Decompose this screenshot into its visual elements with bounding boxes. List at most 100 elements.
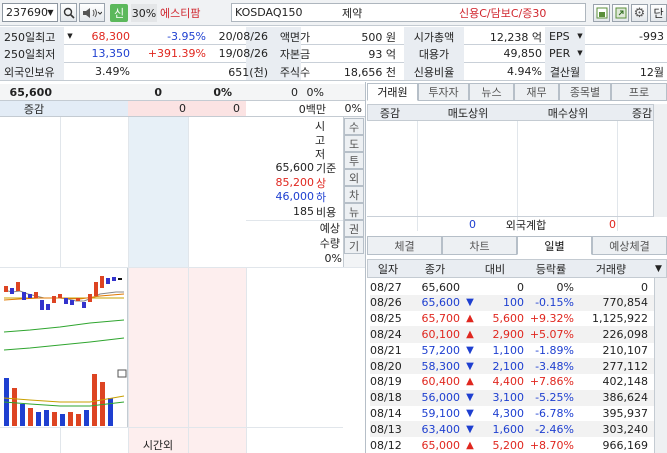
table-row[interactable]: 08/21 57,200 ▼ 1,100 -1.89% 210,107 [370, 342, 654, 358]
side-tab-sell[interactable]: 수 [344, 118, 364, 135]
low-250-pct: +391.39% [147, 47, 206, 60]
tab-investor[interactable]: 투자자 [418, 83, 469, 101]
tab-news[interactable]: 뉴스 [469, 83, 514, 101]
row-close: 65,700 [421, 312, 461, 326]
row-pct: +7.86% [529, 375, 574, 389]
per-label: PER [549, 47, 571, 60]
row-volume: 210,107 [602, 343, 649, 357]
upper-label: 상 [316, 176, 327, 190]
margin-rate-badge: 30% [131, 4, 157, 22]
expected-label: 예상 [319, 222, 340, 235]
side-tab-do[interactable]: 도 [344, 135, 364, 152]
table-row[interactable]: 08/20 58,300 ▼ 2,100 -3.48% 277,112 [370, 358, 654, 375]
row-pct: -2.46% [535, 422, 574, 436]
sector-label: 제약 [342, 6, 363, 20]
row-date: 08/21 [370, 343, 402, 357]
row-change: 2,100 [492, 359, 525, 373]
link-button[interactable] [593, 4, 610, 22]
row-volume: 402,148 [602, 375, 649, 389]
volume-bars [3, 369, 127, 426]
chart-link-icon [596, 7, 607, 19]
row-change: 2,900 [492, 327, 525, 341]
bid-total: 0 [233, 102, 240, 115]
low-250-price: 13,350 [91, 47, 131, 60]
row-close: 58,300 [421, 359, 461, 373]
row-date: 08/24 [370, 327, 402, 341]
table-row[interactable]: 08/25 65,700 ▲ 5,600 +9.32% 1,125,922 [370, 311, 654, 327]
chevron-down-icon: ▼ [577, 32, 583, 40]
row-pct: +9.32% [529, 312, 574, 326]
arrow-down-icon: ▼ [466, 392, 474, 404]
table-row[interactable]: 08/26 65,600 ▼ 100 -0.15% 770,854 [370, 294, 654, 312]
eps-dropdown[interactable]: ▼ [574, 29, 586, 43]
arrow-up-icon: ▲ [466, 376, 474, 388]
settings-button[interactable]: ⚙ [631, 4, 648, 22]
row-date: 08/20 [370, 359, 402, 373]
sound-button[interactable] [79, 3, 105, 22]
foreign-holding-label: 외국인보유 [4, 65, 55, 79]
substitute-price-label: 대용가 [418, 47, 450, 61]
tab-financial[interactable]: 재무 [514, 83, 559, 101]
row-change: 4,300 [492, 406, 525, 420]
table-row[interactable]: 08/14 59,100 ▼ 4,300 -6.78% 395,937 [370, 405, 654, 421]
mini-volume-chart[interactable] [0, 368, 128, 427]
ask-total: 0 [179, 102, 186, 115]
row-volume: 277,112 [602, 359, 649, 373]
row-date: 08/27 [370, 280, 402, 294]
fiscal-month-label: 결산월 [549, 65, 581, 79]
tab-chart[interactable]: 차트 [442, 236, 517, 255]
side-tab-invest[interactable]: 투 [344, 152, 364, 169]
side-tab-chart[interactable]: 차 [344, 186, 364, 203]
arrow-down-icon: ▼ [466, 407, 474, 419]
per-dropdown[interactable]: ▼ [574, 46, 586, 60]
credit-ratio-label: 신용비율 [413, 65, 455, 79]
row-date: 08/19 [370, 375, 402, 389]
side-tab-rights[interactable]: 권 [344, 220, 364, 237]
side-tab-misc[interactable]: 기 [344, 237, 364, 254]
tab-trades[interactable]: 체결 [367, 236, 442, 255]
upper-limit: 85,200 [275, 176, 315, 189]
foreign-total-label: 외국계합 [505, 218, 547, 232]
row-volume: 770,854 [602, 296, 649, 310]
export-button[interactable] [612, 4, 629, 22]
arrow-down-icon [463, 279, 477, 295]
row-close: 63,400 [421, 422, 461, 436]
row-change: 5,200 [492, 438, 525, 452]
table-row[interactable]: 08/13 63,400 ▼ 1,600 -2.46% 303,240 [370, 421, 654, 438]
code-dropdown-button[interactable]: ▼ [44, 4, 57, 21]
tab-program[interactable]: 프로 [611, 83, 667, 101]
side-tab-news[interactable]: 뉴 [344, 203, 364, 220]
col-date: 일자 [377, 262, 399, 276]
trade-volume-pct: 0% [306, 86, 324, 99]
row-close: 57,200 [421, 343, 461, 357]
tab-expected-trades[interactable]: 예상체결 [592, 236, 667, 255]
tab-broker[interactable]: 거래원 [367, 83, 418, 101]
foreign-holding-pct: 3.49% [95, 65, 130, 78]
after-hours-label: 시간외 [142, 438, 174, 452]
tab-by-stock[interactable]: 종목별 [559, 83, 611, 101]
table-row[interactable]: 08/19 60,400 ▲ 4,400 +7.86% 402,148 [370, 374, 654, 390]
broker-scrollbar[interactable] [653, 104, 667, 217]
low-label: 저 [314, 148, 326, 161]
side-tab-foreign[interactable]: 외 [344, 169, 364, 186]
shares-value: 18,656 천 [343, 65, 396, 79]
table-row[interactable]: 08/12 65,000 ▲ 5,200 +8.70% 966,169 [370, 437, 654, 453]
arrow-down-icon: ▼ [466, 360, 474, 372]
table-row[interactable]: 08/24 60,100 ▲ 2,900 +5.07% 226,098 [370, 326, 654, 343]
search-button[interactable] [60, 3, 77, 22]
period-dropdown[interactable]: ▼ [64, 29, 76, 43]
daily-dropdown-button[interactable]: ▼ [651, 260, 666, 277]
price-change-pct: 0% [213, 86, 232, 99]
mini-price-chart[interactable] [0, 268, 128, 368]
arrow-up-icon: ▲ [466, 328, 474, 340]
table-row[interactable]: 08/18 56,000 ▼ 3,100 -5.25% 386,624 [370, 389, 654, 406]
low-250-date: 19/08/26 [218, 47, 268, 60]
table-row[interactable]: 08/27 65,600 0 0% 0 [370, 279, 654, 295]
market-cap: 12,238 억 [489, 30, 542, 44]
daily-scrollbar[interactable] [654, 278, 667, 453]
unit-button[interactable]: 단 [650, 4, 667, 22]
row-change: 1,600 [492, 422, 525, 436]
tab-daily[interactable]: 일별 [517, 236, 592, 255]
row-close: 59,100 [421, 406, 461, 420]
trade-volume: 0 [291, 86, 298, 99]
